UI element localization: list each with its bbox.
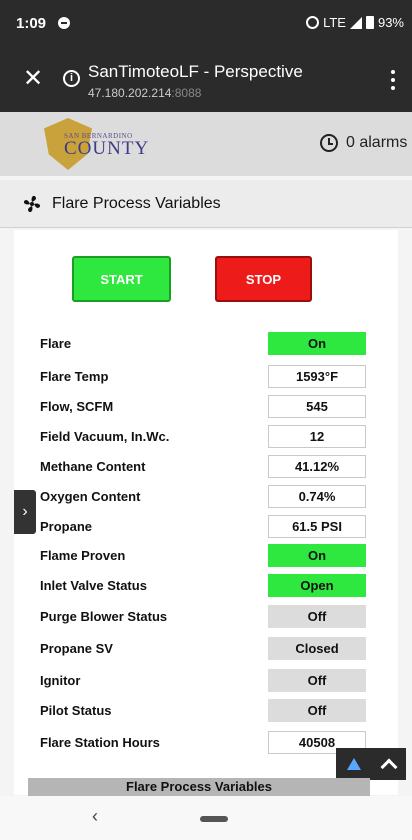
stop-button[interactable]: STOP (215, 256, 312, 302)
variable-label: Propane SV (40, 641, 113, 656)
variable-row-field-vacuum: Field Vacuum, In.Wc. 12 (40, 425, 370, 449)
variable-row-oxygen: Oxygen Content 0.74% (40, 485, 370, 509)
variable-label: Flow, SCFM (40, 399, 114, 414)
variable-row-flame-proven: Flame Proven On (40, 544, 370, 568)
flask-icon (347, 758, 361, 770)
url-host: 47.180.202.214 (88, 86, 172, 100)
section-header: Flare Process Variables (0, 180, 412, 228)
variable-label: Field Vacuum, In.Wc. (40, 429, 170, 444)
variable-row-methane: Methane Content 41.12% (40, 455, 370, 479)
browser-title: SanTimoteoLF - Perspective (88, 62, 303, 81)
network-label: LTE (323, 15, 346, 30)
variable-value: Off (268, 605, 366, 628)
chevron-up-icon (380, 758, 398, 776)
variable-row-flare-temp: Flare Temp 1593°F (40, 365, 370, 389)
battery-icon (365, 16, 374, 29)
variable-label: Flare Station Hours (40, 735, 160, 750)
more-menu-icon[interactable] (386, 68, 400, 92)
variable-value: On (268, 544, 366, 567)
side-panel-toggle[interactable]: › (14, 490, 36, 534)
alarm-summary[interactable]: 0 alarms (320, 134, 407, 152)
android-nav-bar: ‹ (0, 796, 412, 840)
variable-label: Flare Temp (40, 369, 109, 384)
footer-tab[interactable]: Flare Process Variables (28, 778, 370, 796)
variable-row-purge-blower: Purge Blower Status Off (40, 605, 370, 629)
browser-toolbar: ✕ i SanTimoteoLF - Perspective 47.180.20… (0, 48, 412, 112)
alarm-clock-icon (306, 16, 320, 29)
start-button[interactable]: START (72, 256, 171, 302)
message-icon (58, 17, 70, 29)
variable-label: Purge Blower Status (40, 609, 168, 624)
status-indicators: LTE 93% (306, 15, 404, 30)
variable-row-propane: Propane 61.5 PSI (40, 515, 370, 539)
county-logo: SAN BERNARDINO COUNTY (44, 118, 148, 170)
variable-row-ignitor: Ignitor Off (40, 669, 370, 693)
variable-row-station-hours: Flare Station Hours 40508 (40, 731, 370, 755)
info-icon[interactable]: i (63, 70, 80, 87)
variable-row-propane-sv: Propane SV Closed (40, 637, 370, 661)
app-header: SAN BERNARDINO COUNTY 0 alarms (0, 112, 412, 176)
variable-label: Flame Proven (40, 548, 126, 563)
variable-value: 545 (268, 395, 366, 418)
fan-icon (23, 195, 41, 213)
variable-label: Pilot Status (40, 703, 112, 718)
variable-label: Ignitor (40, 673, 81, 688)
variable-value: Open (268, 574, 366, 597)
status-time: 1:09 (16, 15, 47, 32)
variable-value: Off (268, 669, 366, 692)
variable-value: 1593°F (268, 365, 366, 388)
browser-url: 47.180.202.214:8088 (88, 86, 201, 100)
variable-value: 61.5 PSI (268, 515, 366, 538)
alarm-count: 0 alarms (346, 134, 408, 151)
alarm-icon (320, 134, 338, 152)
battery-level: 93% (377, 15, 404, 30)
section-title: Flare Process Variables (52, 195, 221, 212)
variable-value: Closed (268, 637, 366, 660)
status-bar: 1:09 LTE 93% (0, 0, 412, 48)
variable-row-inlet-valve: Inlet Valve Status Open (40, 574, 370, 598)
variable-value: On (268, 332, 366, 355)
variable-row-flow: Flow, SCFM 545 (40, 395, 370, 419)
variable-label: Flare (40, 336, 72, 351)
variable-value: Off (268, 699, 366, 722)
variable-value: 12 (268, 425, 366, 448)
back-icon[interactable]: ‹ (92, 806, 98, 827)
url-port: :8088 (171, 86, 202, 100)
variable-label: Propane (40, 519, 93, 534)
flask-button[interactable] (336, 748, 372, 780)
variable-label: Methane Content (40, 459, 146, 474)
close-icon[interactable]: ✕ (20, 66, 46, 92)
variable-value: 41.12% (268, 455, 366, 478)
variable-value: 0.74% (268, 485, 366, 508)
signal-icon (349, 16, 362, 29)
variable-row-flare: Flare On (40, 332, 370, 356)
variable-label: Oxygen Content (40, 489, 141, 504)
variable-label: Inlet Valve Status (40, 578, 147, 593)
variable-row-pilot-status: Pilot Status Off (40, 699, 370, 723)
home-pill-icon[interactable] (200, 816, 228, 822)
logo-main-text: COUNTY (64, 138, 150, 159)
scroll-up-button[interactable] (372, 748, 406, 780)
